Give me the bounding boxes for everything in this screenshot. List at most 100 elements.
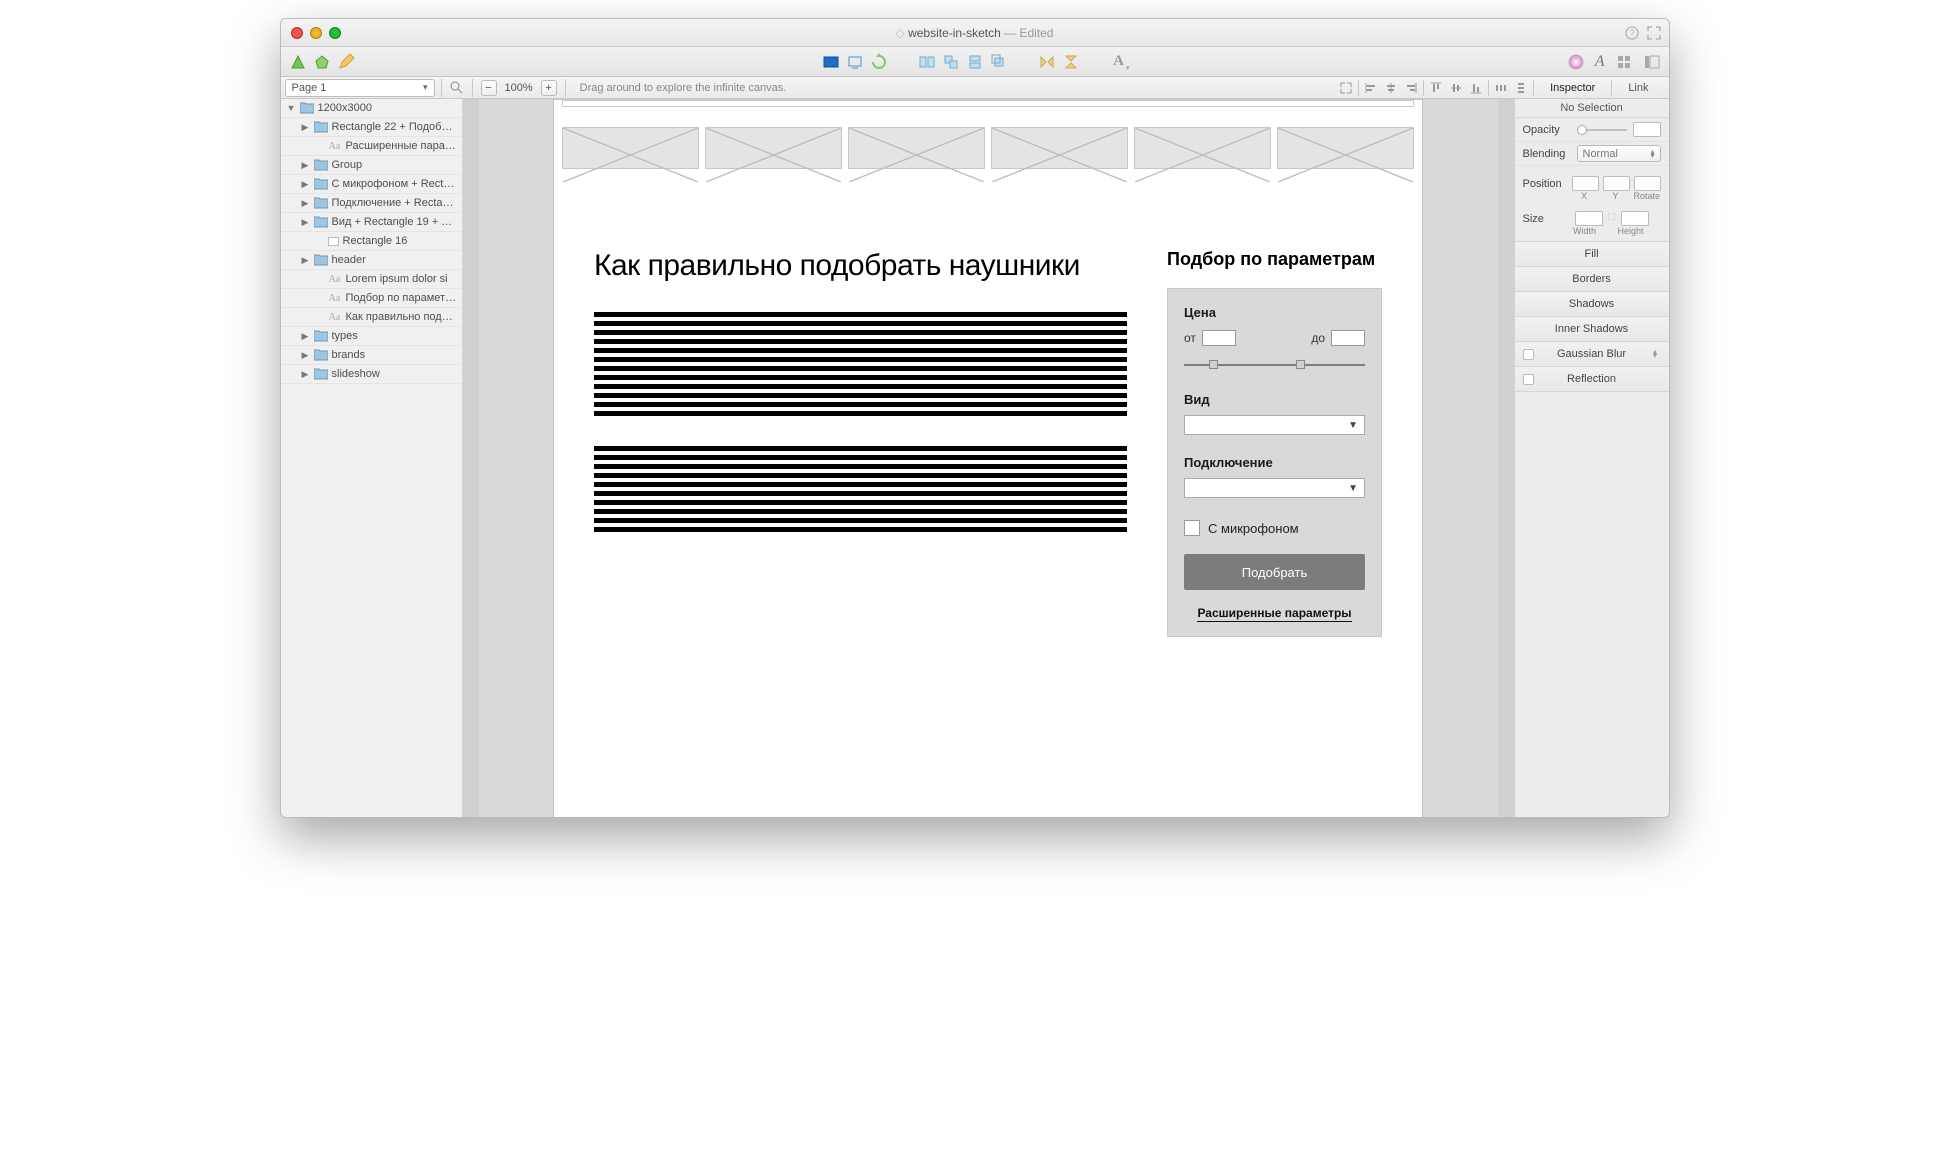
thumbnail-placeholder xyxy=(1134,127,1271,169)
layer-row[interactable]: AaРасширенные параметр xyxy=(281,137,462,156)
layer-row[interactable]: ▶С микрофоном + Rectan... xyxy=(281,175,462,194)
canvas[interactable]: Как правильно подобрать наушники Подбор … xyxy=(463,99,1514,817)
align-bottom-icon[interactable] xyxy=(1468,80,1484,96)
opacity-slider[interactable] xyxy=(1577,125,1627,135)
expand-icon[interactable] xyxy=(1338,80,1354,96)
artboard[interactable]: Как правильно подобрать наушники Подбор … xyxy=(553,99,1423,817)
disclosure-icon[interactable]: ▼ xyxy=(287,103,296,113)
disclosure-icon[interactable]: ▶ xyxy=(301,179,310,190)
layer-row[interactable]: ▶Подключение + Rectangl... xyxy=(281,194,462,213)
layer-row[interactable]: Rectangle 16 xyxy=(281,232,462,251)
mic-checkbox[interactable] xyxy=(1184,520,1200,536)
gaussian-checkbox[interactable] xyxy=(1523,349,1534,360)
recycle-icon[interactable] xyxy=(870,53,888,71)
layer-row[interactable]: ▶Rectangle 22 + Подобрать xyxy=(281,118,462,137)
page-selector[interactable]: Page 1 ▾ xyxy=(285,79,435,97)
gaussian-section[interactable]: Gaussian Blur ▴▾ xyxy=(1515,341,1669,367)
thumbnail-placeholder xyxy=(705,127,842,169)
zoom-in-button[interactable]: + xyxy=(541,80,557,96)
layer-row[interactable]: AaКак правильно подобр xyxy=(281,308,462,327)
pentagon-shape-button[interactable] xyxy=(313,53,331,71)
height-input[interactable] xyxy=(1621,211,1649,226)
lock-icon[interactable]: ⬚ xyxy=(1607,211,1617,226)
disclosure-icon[interactable]: ▶ xyxy=(301,369,310,380)
search-icon[interactable] xyxy=(448,79,466,97)
price-to-input[interactable] xyxy=(1331,330,1365,346)
inner-shadows-section[interactable]: Inner Shadows xyxy=(1515,316,1669,342)
artboard-blue-icon[interactable] xyxy=(822,53,840,71)
advanced-link[interactable]: Расширенные параметры xyxy=(1184,606,1365,620)
pos-y-input[interactable] xyxy=(1603,176,1630,191)
text-layer-icon: Aa xyxy=(328,312,342,323)
grid-toggle-icon[interactable] xyxy=(1615,53,1633,71)
font-panel-icon[interactable]: A xyxy=(1595,53,1605,71)
layer-row[interactable]: ▶Вид + Rectangle 19 + Tri... xyxy=(281,213,462,232)
disclosure-icon[interactable]: ▶ xyxy=(301,331,310,342)
submit-button[interactable]: Подобрать xyxy=(1184,554,1365,590)
slider-handle-max[interactable] xyxy=(1296,360,1305,369)
zoom-out-button[interactable]: − xyxy=(481,80,497,96)
slider-handle-min[interactable] xyxy=(1209,360,1218,369)
borders-section[interactable]: Borders xyxy=(1515,266,1669,292)
chevron-down-icon: ▼ xyxy=(1348,420,1358,431)
flip-v-icon[interactable] xyxy=(1062,53,1080,71)
layer-row[interactable]: ▼1200x3000 xyxy=(281,99,462,118)
distribute-left-icon[interactable] xyxy=(918,53,936,71)
layout-toggle-icon[interactable] xyxy=(1643,53,1661,71)
price-from-input[interactable] xyxy=(1202,330,1236,346)
fill-section[interactable]: Fill xyxy=(1515,241,1669,267)
align-right-icon[interactable] xyxy=(1403,80,1419,96)
blending-select[interactable]: Normal ▴▾ xyxy=(1577,145,1661,162)
layer-row[interactable]: ▶slideshow xyxy=(281,365,462,384)
disclosure-icon[interactable]: ▶ xyxy=(301,255,310,266)
disclosure-icon[interactable]: ▶ xyxy=(301,160,310,171)
thumbnail-row xyxy=(562,107,1414,169)
opacity-input[interactable] xyxy=(1633,122,1661,137)
disclosure-icon[interactable]: ▶ xyxy=(301,350,310,361)
distribute-center-icon[interactable] xyxy=(942,53,960,71)
text-style-icon[interactable]: A ▾ xyxy=(1110,53,1128,71)
tab-link[interactable]: Link xyxy=(1614,80,1662,96)
maximize-button[interactable] xyxy=(329,27,341,39)
minimize-button[interactable] xyxy=(310,27,322,39)
width-input[interactable] xyxy=(1575,211,1603,226)
connection-select[interactable]: ▼ xyxy=(1184,478,1365,498)
flip-h-icon[interactable] xyxy=(1038,53,1056,71)
pos-x-input[interactable] xyxy=(1572,176,1599,191)
help-icon[interactable]: ? xyxy=(1625,26,1639,40)
fullscreen-icon[interactable] xyxy=(1647,26,1661,40)
disclosure-icon[interactable]: ▶ xyxy=(301,122,310,133)
close-button[interactable] xyxy=(291,27,303,39)
disclosure-icon[interactable]: ▶ xyxy=(301,217,310,228)
screen-icon[interactable] xyxy=(846,53,864,71)
tab-inspector[interactable]: Inspector xyxy=(1536,80,1609,96)
triangle-shape-button[interactable] xyxy=(289,53,307,71)
price-slider[interactable] xyxy=(1184,358,1365,372)
reflection-checkbox[interactable] xyxy=(1523,374,1534,385)
layer-row[interactable]: ▶types xyxy=(281,327,462,346)
traffic-lights xyxy=(281,27,341,39)
pencil-button[interactable] xyxy=(337,53,355,71)
layer-row[interactable]: AaПодбор по параметрам xyxy=(281,289,462,308)
layer-row[interactable]: ▶Group xyxy=(281,156,462,175)
align-left-icon[interactable] xyxy=(1363,80,1379,96)
dist-v-icon[interactable] xyxy=(1513,80,1529,96)
distribute-right-icon[interactable] xyxy=(990,53,1008,71)
shadows-section[interactable]: Shadows xyxy=(1515,291,1669,317)
align-hcenter-icon[interactable] xyxy=(1383,80,1399,96)
color-wheel-icon[interactable] xyxy=(1567,53,1585,71)
align-vcenter-icon[interactable] xyxy=(1448,80,1464,96)
dist-h-icon[interactable] xyxy=(1493,80,1509,96)
price-label: Цена xyxy=(1184,305,1365,320)
chevron-down-icon: ▾ xyxy=(423,82,428,93)
distribute-stack-icon[interactable] xyxy=(966,53,984,71)
disclosure-icon[interactable]: ▶ xyxy=(301,198,310,209)
reflection-section[interactable]: Reflection ▴ xyxy=(1515,366,1669,392)
layer-row[interactable]: ▶header xyxy=(281,251,462,270)
layer-row[interactable]: ▶brands xyxy=(281,346,462,365)
layer-row[interactable]: AaLorem ipsum dolor si xyxy=(281,270,462,289)
type-select[interactable]: ▼ xyxy=(1184,415,1365,435)
align-top-icon[interactable] xyxy=(1428,80,1444,96)
divider xyxy=(1611,80,1612,96)
rotate-input[interactable] xyxy=(1634,176,1661,191)
